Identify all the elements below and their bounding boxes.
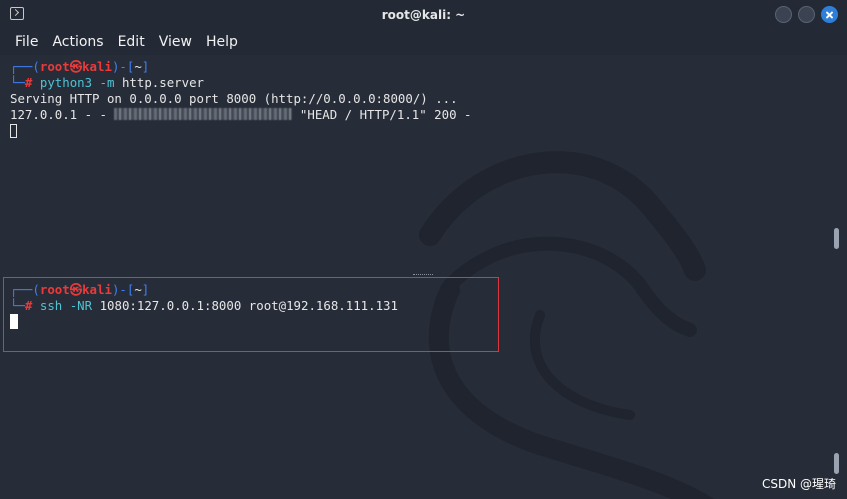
prompt-close: )-[ xyxy=(111,282,135,297)
prompt-end: ] xyxy=(141,59,150,74)
prompt-sep: ㉿ xyxy=(69,59,83,74)
menu-file[interactable]: File xyxy=(0,34,45,50)
prompt-end: ] xyxy=(141,282,150,297)
command-flag: -m xyxy=(99,75,115,90)
prompt-host: kali xyxy=(82,59,112,74)
menu-edit[interactable]: Edit xyxy=(111,34,152,50)
prompt-line: ┌──(root㉿kali)-[~] xyxy=(10,282,149,297)
command-flag: -NR xyxy=(69,298,93,313)
prompt-open: ( xyxy=(32,282,40,297)
window-title: root@kali: ~ xyxy=(381,7,466,22)
bottom-terminal-pane[interactable]: ┌──(root㉿kali)-[~] └─# ssh -NR 1080:127.… xyxy=(10,282,830,330)
prompt-hash: # xyxy=(24,75,33,90)
prompt-corner: ┌── xyxy=(10,59,33,74)
minimize-button[interactable] xyxy=(775,6,792,23)
menu-actions[interactable]: Actions xyxy=(45,34,110,50)
top-pane-scrollbar[interactable] xyxy=(834,228,839,249)
maximize-button[interactable] xyxy=(798,6,815,23)
command-name: python3 xyxy=(39,75,93,90)
prompt-corner-bottom: └─ xyxy=(10,75,25,90)
prompt-corner-bottom: └─ xyxy=(10,298,25,313)
log-suffix: "HEAD / HTTP/1.1" 200 - xyxy=(292,107,472,122)
terminal-cursor xyxy=(10,314,18,329)
menu-help[interactable]: Help xyxy=(199,34,245,50)
prompt-dir: ~ xyxy=(134,282,142,297)
prompt-user: root xyxy=(39,59,70,74)
prompt-host: kali xyxy=(82,282,112,297)
command-args: 1080:127.0.0.1:8000 root@192.168.111.131 xyxy=(99,298,398,313)
terminal-area[interactable]: ┌──(root㉿kali)-[~] └─# python3 -m http.s… xyxy=(0,55,847,499)
prompt-sep: ㉿ xyxy=(69,282,83,297)
command-line: └─# python3 -m http.server xyxy=(10,75,204,90)
command-line: └─# ssh -NR 1080:127.0.0.1:8000 root@192… xyxy=(10,298,398,313)
title-bar: root@kali: ~ xyxy=(0,0,847,29)
bottom-pane-scrollbar[interactable] xyxy=(834,453,839,474)
close-button[interactable] xyxy=(821,6,838,23)
prompt-dir: ~ xyxy=(134,59,142,74)
watermark-text: CSDN @瑆琦 xyxy=(762,477,837,491)
command-name: ssh xyxy=(39,298,63,313)
prompt-user: root xyxy=(39,282,70,297)
output-line: Serving HTTP on 0.0.0.0 port 8000 (http:… xyxy=(10,91,458,106)
terminal-cursor xyxy=(10,124,17,138)
prompt-corner: ┌── xyxy=(10,282,33,297)
terminal-app-icon[interactable] xyxy=(10,7,24,20)
prompt-open: ( xyxy=(32,59,40,74)
prompt-line: ┌──(root㉿kali)-[~] xyxy=(10,59,149,74)
top-terminal-pane[interactable]: ┌──(root㉿kali)-[~] └─# python3 -m http.s… xyxy=(10,59,830,139)
prompt-close: )-[ xyxy=(111,59,135,74)
prompt-hash: # xyxy=(24,298,33,313)
blurred-timestamp xyxy=(114,108,293,120)
menu-view[interactable]: View xyxy=(152,34,199,50)
log-line: 127.0.0.1 - - "HEAD / HTTP/1.1" 200 - xyxy=(10,107,471,122)
log-prefix: 127.0.0.1 - - xyxy=(10,107,115,122)
command-args: http.server xyxy=(121,75,204,90)
menu-bar: File Actions Edit View Help xyxy=(0,29,847,55)
